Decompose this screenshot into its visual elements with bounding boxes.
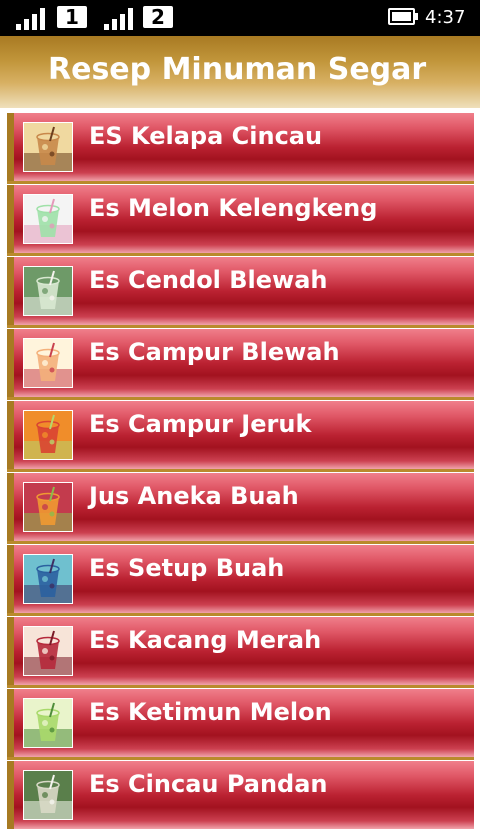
list-item-label: Es Cincau Pandan <box>89 770 328 798</box>
list-item[interactable]: ES Kelapa Cincau <box>7 113 474 181</box>
list-item[interactable]: Es Melon Kelengkeng <box>7 185 474 253</box>
status-time: 4:37 <box>425 7 466 28</box>
list-item[interactable]: Es Campur Blewah <box>7 329 474 397</box>
list-item-label: Es Setup Buah <box>89 554 285 582</box>
list-item[interactable]: Jus Aneka Buah <box>7 473 474 541</box>
sim1-indicator: 1 <box>57 6 87 28</box>
list-item-label: Es Cendol Blewah <box>89 266 328 294</box>
sim2-indicator: 2 <box>143 6 173 28</box>
drink-thumbnail-icon <box>23 338 73 388</box>
status-bar: 1 2 4:37 <box>0 0 480 36</box>
list-item[interactable]: Es Cendol Blewah <box>7 257 474 325</box>
title-bar: Resep Minuman Segar <box>0 36 480 108</box>
drink-thumbnail-icon <box>23 482 73 532</box>
drink-thumbnail-icon <box>23 122 73 172</box>
signal-bars-icon <box>16 6 45 30</box>
list-item[interactable]: Es Kacang Merah <box>7 617 474 685</box>
drink-thumbnail-icon <box>23 770 73 820</box>
list-item-label: Es Campur Blewah <box>89 338 340 366</box>
drink-thumbnail-icon <box>23 554 73 604</box>
list-item[interactable]: Es Setup Buah <box>7 545 474 613</box>
drink-thumbnail-icon <box>23 194 73 244</box>
drink-thumbnail-icon <box>23 266 73 316</box>
list-item-label: Es Kacang Merah <box>89 626 322 654</box>
list-item-label: Jus Aneka Buah <box>89 482 299 510</box>
list-item[interactable]: Es Cincau Pandan <box>7 761 474 829</box>
drink-thumbnail-icon <box>23 626 73 676</box>
list-item-label: Es Campur Jeruk <box>89 410 312 438</box>
list-item[interactable]: Es Campur Jeruk <box>7 401 474 469</box>
drink-thumbnail-icon <box>23 410 73 460</box>
list-item-label: ES Kelapa Cincau <box>89 122 323 150</box>
drink-thumbnail-icon <box>23 698 73 748</box>
list-item-label: Es Ketimun Melon <box>89 698 332 726</box>
battery-icon <box>388 8 418 25</box>
list-item[interactable]: Es Ketimun Melon <box>7 689 474 757</box>
page-title: Resep Minuman Segar <box>48 52 427 87</box>
signal-bars-icon <box>104 6 133 30</box>
list-item-label: Es Melon Kelengkeng <box>89 194 378 222</box>
